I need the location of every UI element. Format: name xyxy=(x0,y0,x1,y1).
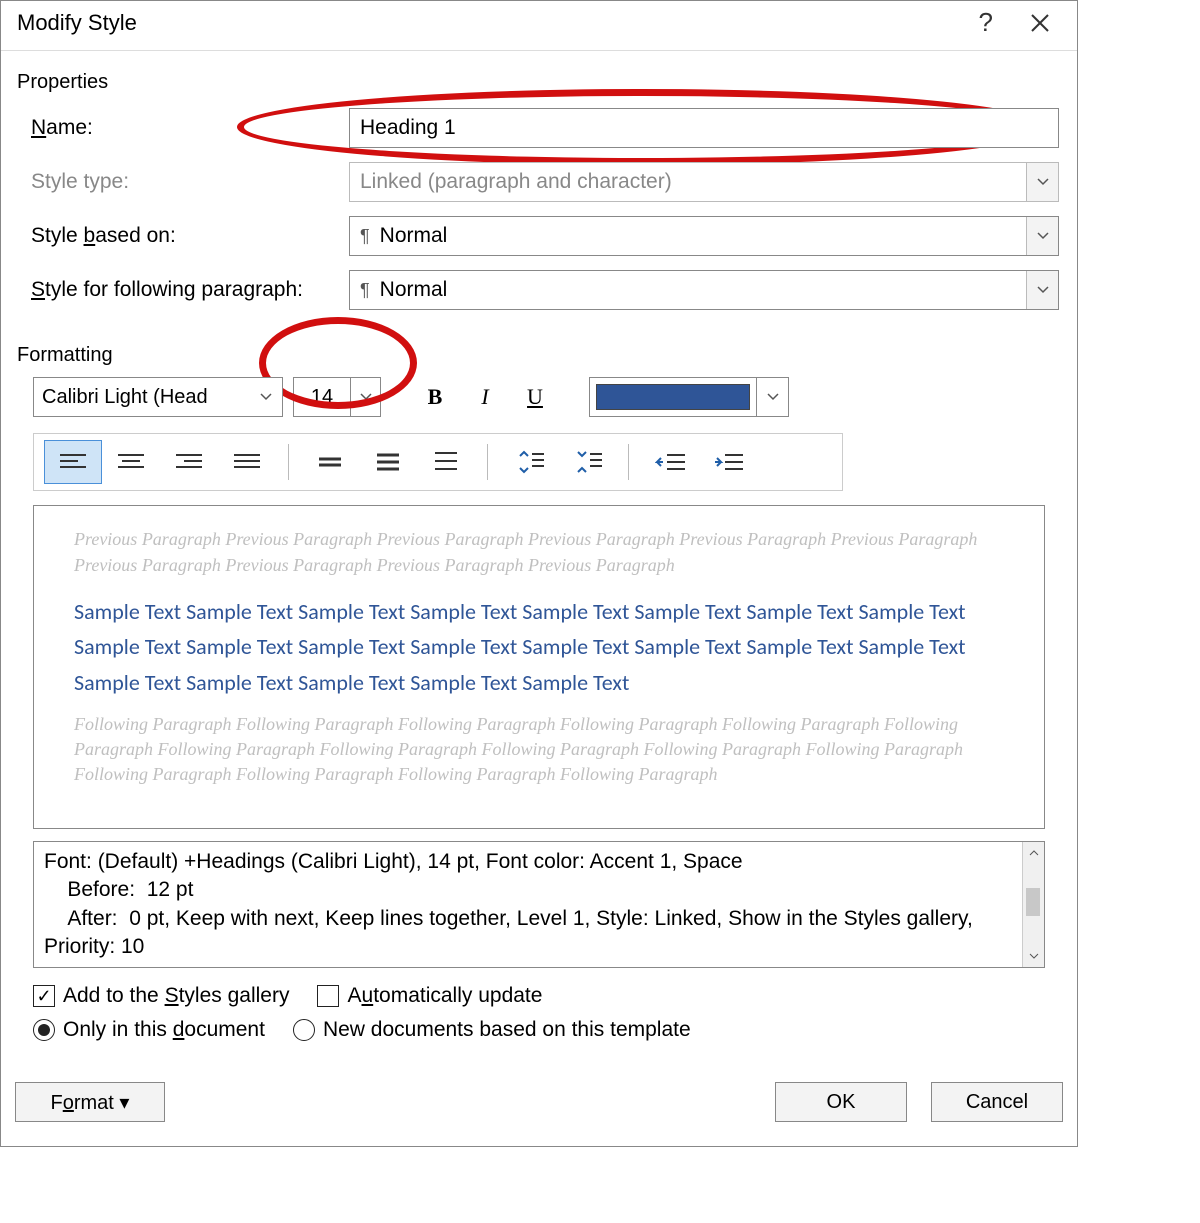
checkbox-row: ✓ Add to the Styles gallery Automaticall… xyxy=(33,984,1045,1008)
following-paragraph-row: Style for following paragraph: ¶ Normal xyxy=(19,270,1059,310)
align-justify-button[interactable] xyxy=(218,440,276,484)
style-based-on-value: Normal xyxy=(380,224,448,248)
preview-following-paragraph: Following Paragraph Following Paragraph … xyxy=(74,712,1004,788)
toolbar-separator xyxy=(487,444,488,480)
style-based-on-label: Style based on: xyxy=(19,224,349,248)
add-to-gallery-label: Add to the Styles gallery xyxy=(63,984,289,1008)
auto-update-label: Automatically update xyxy=(347,984,542,1008)
style-type-row: Style type: Linked (paragraph and charac… xyxy=(19,162,1059,202)
ok-button[interactable]: OK xyxy=(775,1082,907,1122)
description-line: Font: (Default) +Headings (Calibri Light… xyxy=(44,848,1014,876)
align-center-button[interactable] xyxy=(102,440,160,484)
new-documents-template-radio[interactable]: New documents based on this template xyxy=(293,1018,691,1042)
description-scrollbar[interactable] xyxy=(1022,842,1044,967)
titlebar: Modify Style ? xyxy=(1,1,1077,51)
style-preview: Previous Paragraph Previous Paragraph Pr… xyxy=(33,505,1045,829)
chevron-down-icon[interactable] xyxy=(250,378,282,416)
color-swatch xyxy=(596,384,750,410)
name-label: Name: xyxy=(19,116,349,140)
formatting-section-label: Formatting xyxy=(17,344,1059,367)
toolbar-separator xyxy=(288,444,289,480)
toolbar-separator xyxy=(628,444,629,480)
increase-indent-button[interactable] xyxy=(699,440,757,484)
style-based-on-row: Style based on: ¶ Normal xyxy=(19,216,1059,256)
name-field[interactable]: Heading 1 xyxy=(349,108,1059,148)
radio-row: Only in this document New documents base… xyxy=(33,1018,1045,1042)
only-this-document-label: Only in this document xyxy=(63,1018,265,1042)
line-spacing-2-button[interactable] xyxy=(417,440,475,484)
font-name-combo[interactable]: Calibri Light (Head xyxy=(33,377,283,417)
scroll-up-icon[interactable] xyxy=(1023,842,1044,864)
decrease-indent-button[interactable] xyxy=(641,440,699,484)
help-button[interactable]: ? xyxy=(961,7,1011,38)
description-line: Before: 12 pt xyxy=(44,876,1014,904)
style-type-value: Linked (paragraph and character) xyxy=(360,170,672,194)
formatting-toolbar-row2 xyxy=(33,433,843,491)
space-before-increase-button[interactable] xyxy=(500,440,558,484)
scroll-down-icon[interactable] xyxy=(1023,945,1044,967)
following-paragraph-value: Normal xyxy=(380,278,448,302)
add-to-gallery-checkbox[interactable]: ✓ Add to the Styles gallery xyxy=(33,984,289,1008)
only-this-document-radio[interactable]: Only in this document xyxy=(33,1018,265,1042)
align-left-button[interactable] xyxy=(44,440,102,484)
chevron-down-icon xyxy=(1026,163,1058,201)
dialog-title: Modify Style xyxy=(17,10,961,36)
space-before-decrease-button[interactable] xyxy=(558,440,616,484)
style-based-on-combo[interactable]: ¶ Normal xyxy=(349,216,1059,256)
dialog-footer: Format ▾ OK Cancel xyxy=(1,1082,1077,1146)
preview-previous-paragraph: Previous Paragraph Previous Paragraph Pr… xyxy=(74,526,1004,578)
style-description: Font: (Default) +Headings (Calibri Light… xyxy=(33,841,1045,968)
align-right-button[interactable] xyxy=(160,440,218,484)
following-paragraph-label: Style for following paragraph: xyxy=(19,278,349,302)
line-spacing-1-button[interactable] xyxy=(301,440,359,484)
cancel-button[interactable]: Cancel xyxy=(931,1082,1063,1122)
chevron-down-icon[interactable] xyxy=(756,378,788,416)
format-dropdown-button[interactable]: Format ▾ xyxy=(15,1082,165,1122)
name-row: Name: Heading 1 xyxy=(19,108,1059,148)
auto-update-checkbox[interactable]: Automatically update xyxy=(317,984,542,1008)
following-paragraph-combo[interactable]: ¶ Normal xyxy=(349,270,1059,310)
name-value: Heading 1 xyxy=(360,116,456,140)
chevron-down-icon[interactable] xyxy=(1026,271,1058,309)
pilcrow-icon: ¶ xyxy=(360,280,370,301)
new-documents-template-label: New documents based on this template xyxy=(323,1018,691,1042)
style-type-label: Style type: xyxy=(19,170,349,194)
font-size-combo[interactable]: 14 xyxy=(293,377,381,417)
scroll-thumb[interactable] xyxy=(1026,888,1040,916)
font-color-combo[interactable] xyxy=(589,377,789,417)
bold-button[interactable]: B xyxy=(415,377,455,417)
properties-section-label: Properties xyxy=(17,71,1059,94)
chevron-down-icon[interactable] xyxy=(1026,217,1058,255)
description-line: After: 0 pt, Keep with next, Keep lines … xyxy=(44,905,1014,962)
formatting-toolbar-row1: Calibri Light (Head 14 B I U xyxy=(19,377,1059,417)
italic-button[interactable]: I xyxy=(465,377,505,417)
pilcrow-icon: ¶ xyxy=(360,226,370,247)
line-spacing-15-button[interactable] xyxy=(359,440,417,484)
font-size-value: 14 xyxy=(294,378,350,416)
style-type-combo: Linked (paragraph and character) xyxy=(349,162,1059,202)
close-button[interactable] xyxy=(1011,12,1069,34)
font-name-value: Calibri Light (Head xyxy=(42,386,208,409)
underline-button[interactable]: U xyxy=(515,377,555,417)
chevron-down-icon[interactable] xyxy=(350,378,380,416)
preview-sample-text: Sample Text Sample Text Sample Text Samp… xyxy=(74,594,1004,700)
modify-style-dialog: Modify Style ? Properties Name: Heading … xyxy=(0,0,1078,1147)
